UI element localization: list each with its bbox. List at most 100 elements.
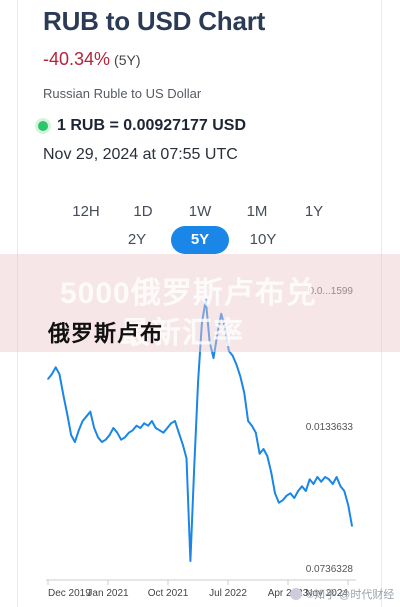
data-point <box>112 427 115 429</box>
data-point <box>347 504 349 506</box>
range-1m-button[interactable]: 1M <box>229 198 286 226</box>
data-point <box>278 501 280 504</box>
data-point <box>297 490 299 492</box>
data-point <box>251 424 253 427</box>
range-1d-button[interactable]: 1D <box>115 198 172 226</box>
data-point <box>128 431 130 434</box>
change-percent: -40.34% (5Y) <box>43 49 141 70</box>
y-tick-label: 0.0736328 <box>306 564 354 575</box>
data-point <box>351 525 353 527</box>
data-point <box>66 413 69 415</box>
data-point <box>178 431 180 434</box>
data-point <box>174 420 176 422</box>
data-point <box>162 431 165 434</box>
data-point <box>124 436 126 439</box>
data-point <box>89 410 92 413</box>
data-point <box>320 480 323 483</box>
range-selector-row-1: 12H 1D 1W 1M 1Y <box>0 198 400 226</box>
range-5y-button[interactable]: 5Y <box>171 226 229 254</box>
range-2y-button[interactable]: 2Y <box>108 226 166 254</box>
data-point <box>247 420 249 422</box>
data-point <box>258 452 261 455</box>
live-indicator-icon <box>38 121 48 131</box>
data-point <box>104 438 107 441</box>
data-point <box>151 420 153 422</box>
data-point <box>239 375 242 378</box>
x-tick-label: Dec 2019 <box>48 588 91 599</box>
watermark: ©知乎 @时代财经 <box>290 586 394 602</box>
x-tick-label: Oct 2021 <box>148 588 189 599</box>
watermark-text: ©知乎 @时代财经 <box>306 589 395 601</box>
data-point <box>301 485 303 488</box>
rub-usd-chart-card: RUB to USD Chart -40.34% (5Y) Russian Rub… <box>0 0 400 607</box>
data-point <box>243 392 246 394</box>
data-point <box>70 434 72 436</box>
range-selector-row-2: 2Y 5Y 10Y <box>0 226 400 254</box>
y-tick-label: 0.0133633 <box>306 422 354 433</box>
overlay-text-line-1: 5000俄罗斯卢布兑 <box>60 277 317 310</box>
data-point <box>77 429 80 432</box>
overlay-heading: 俄罗斯卢布 <box>48 321 164 346</box>
data-point <box>235 364 238 366</box>
data-point <box>266 455 269 457</box>
data-point <box>324 476 326 478</box>
data-point <box>158 429 161 432</box>
data-point <box>101 441 103 443</box>
data-point <box>108 434 111 436</box>
data-point <box>74 441 76 443</box>
data-point <box>62 394 65 397</box>
data-point <box>93 427 95 429</box>
range-12h-button[interactable]: 12H <box>58 198 115 226</box>
data-point <box>339 485 342 488</box>
x-tick-label: Jan 2021 <box>87 588 129 599</box>
data-point <box>120 438 122 441</box>
data-point <box>312 483 315 485</box>
data-point <box>47 378 49 380</box>
data-point <box>305 490 307 492</box>
data-point <box>262 448 265 450</box>
data-point <box>254 431 257 434</box>
data-point <box>281 499 284 502</box>
data-point <box>54 366 57 369</box>
data-point <box>193 466 196 469</box>
watermark-logo-icon <box>290 588 302 600</box>
data-point <box>143 422 146 425</box>
data-point <box>135 424 138 427</box>
data-point <box>97 436 99 439</box>
page-title: RUB to USD Chart <box>43 6 266 36</box>
data-point <box>289 492 292 495</box>
data-point <box>285 494 288 497</box>
data-point <box>58 373 61 376</box>
data-point <box>270 471 272 474</box>
data-point <box>181 443 184 446</box>
range-1y-button[interactable]: 1Y <box>286 198 343 226</box>
data-point <box>274 492 276 495</box>
change-period: (5Y) <box>114 52 141 68</box>
data-point <box>85 415 88 418</box>
range-1w-button[interactable]: 1W <box>172 198 229 226</box>
data-point <box>316 476 319 478</box>
data-point <box>116 431 119 434</box>
data-point <box>308 478 311 481</box>
data-point <box>170 422 172 425</box>
data-point <box>212 357 215 359</box>
x-tick-label: Jul 2022 <box>209 588 247 599</box>
data-point <box>197 380 199 383</box>
data-point <box>166 427 169 429</box>
data-point <box>293 497 296 499</box>
data-point <box>139 427 142 429</box>
data-point <box>131 429 134 432</box>
data-point <box>335 476 338 478</box>
data-point <box>189 560 192 562</box>
data-point <box>154 427 157 429</box>
data-point <box>331 483 334 485</box>
data-point <box>231 354 234 357</box>
data-point <box>185 457 188 460</box>
data-point <box>343 490 346 492</box>
data-point <box>147 424 149 427</box>
rate-text: 1 RUB = 0.00927177 USD <box>57 117 246 134</box>
range-10y-button[interactable]: 10Y <box>234 226 292 254</box>
data-point <box>81 420 84 422</box>
live-rate: 1 RUB = 0.00927177 USD <box>38 117 246 135</box>
currency-pair-subtitle: Russian Ruble to US Dollar <box>43 86 202 101</box>
